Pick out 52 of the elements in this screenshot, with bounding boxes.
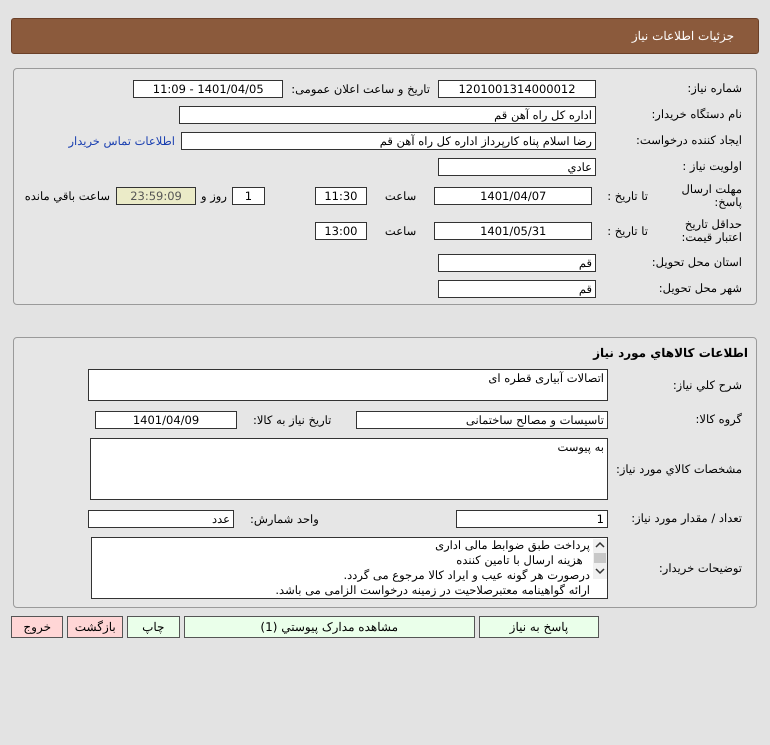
field-label: شماره نیاز: [686, 82, 743, 96]
notes-text: پرداخت طبق ضوابط مالی اداری هزینه ارسال با تامین کننده درصورت هر گونه عیب و ایراد کالا مرجوع می گردد. ارائه گواهینامه معتبرصلاحیت در زمینه درخواست الزامی می باشد. [274, 538, 591, 598]
field-label: ساعت [384, 189, 416, 204]
description-field[interactable]: اتصالات آبیاری قطره ای [88, 369, 608, 402]
field-label: تاريخ و ساعت اعلان عمومی: [291, 82, 430, 96]
scrollbar-drawing[interactable] [593, 539, 607, 580]
field-label: تاريخ نياز به کالا: [253, 412, 332, 427]
quantity-field[interactable]: 1 [456, 510, 608, 528]
field-label: شرح کلي نياز: [672, 378, 743, 392]
field-label: توضيحات خريدار: [658, 562, 743, 576]
group-field[interactable]: تاسیسات و مصالح ساختمانی [356, 410, 608, 429]
field-label: نام دستگاه خريدار: [650, 108, 743, 122]
field-label: گروه کالا: [694, 413, 743, 427]
field-label: اولويت نياز : [681, 160, 743, 174]
action-button[interactable]: چاپ [127, 616, 180, 638]
remaining-time-field[interactable]: 23:59:09 [116, 187, 196, 206]
action-button[interactable]: مشاهده مدارک پیوستي (1) [184, 616, 475, 638]
action-button[interactable]: پاسخ به نیاز [478, 616, 599, 638]
requester-field[interactable]: رضا اسلام پناه کارپرداز اداره کل راه آهن قم [181, 132, 596, 150]
action-button[interactable]: خروج [11, 616, 64, 638]
field-label: واحد شمارش: [250, 512, 320, 526]
unit-field[interactable]: عدد [88, 510, 234, 528]
action-button[interactable]: بازگشت [67, 616, 124, 638]
field-label: شهر محل تحويل: [658, 282, 743, 296]
need-number-field[interactable]: 1201001314000012 [438, 80, 596, 98]
specs-field[interactable]: به پیوست [90, 438, 608, 500]
field-label: ساعت باقي مانده [24, 189, 110, 204]
field-label: تعداد / مقدار مورد نياز: [630, 512, 743, 526]
field-label: ايجاد کننده درخواست: [635, 134, 743, 148]
date-field[interactable]: 1401/05/31 [434, 222, 592, 240]
city-field[interactable]: قم [438, 280, 596, 298]
field-label: مشخصات کالاي مورد نياز: [614, 462, 743, 476]
section-title: اطلاعات کالاهاي مورد نياز [592, 346, 749, 360]
field-label: مهلت ارسال پاسخ: [680, 183, 743, 210]
days-field[interactable]: 1 [232, 187, 265, 206]
time-field[interactable]: 13:00 [314, 222, 367, 240]
field-label: تا تاريخ : [607, 224, 648, 238]
province-field[interactable]: قم [438, 254, 596, 272]
field-label: استان محل تحويل: [650, 256, 743, 270]
date-field[interactable]: 1401/04/07 [434, 187, 592, 206]
notes-field[interactable]: پرداخت طبق ضوابط مالی اداری هزینه ارسال با تامین کننده درصورت هر گونه عیب و ایراد کالا مرجوع می گردد. ارائه گواهینامه معتبرصلاحیت در زمینه درخواست الزامی می باشد. [91, 537, 608, 600]
field-label: تا تاريخ : [607, 189, 648, 204]
priority-field[interactable]: عادي [438, 158, 596, 176]
page-header: جزئیات اطلاعات نیاز [11, 18, 759, 54]
field-label: حداقل تاريخ اعتبار قيمت: [680, 218, 743, 245]
buyer-org-field[interactable]: اداره کل راه آهن قم [179, 106, 596, 124]
need-date-field[interactable]: 1401/04/09 [95, 410, 237, 429]
field-label: ساعت [384, 224, 416, 238]
time-field[interactable]: 11:30 [314, 187, 367, 206]
contact-link[interactable]: اطلاعات تماس خريدار [68, 134, 175, 148]
field-label: روز و [201, 189, 227, 204]
announce-date-field[interactable]: 1401/04/05 - 11:09 [133, 80, 284, 98]
